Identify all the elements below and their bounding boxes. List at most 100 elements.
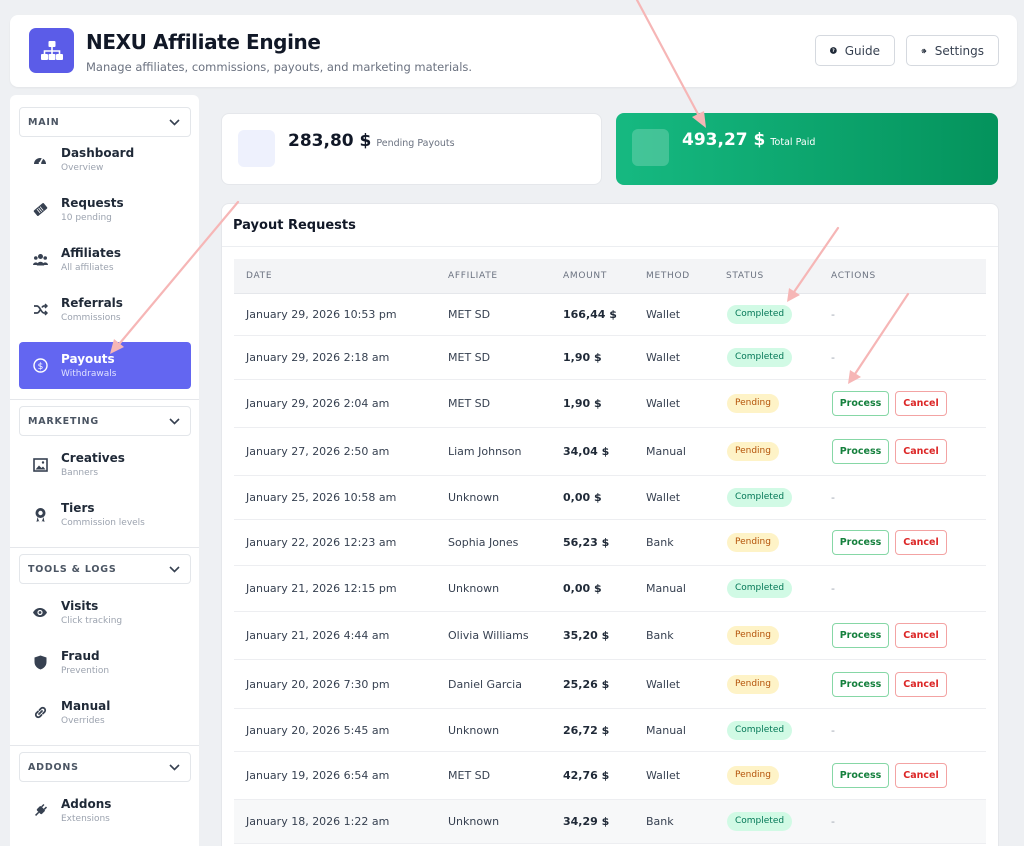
method-cell: Manual <box>646 723 686 737</box>
amount-cell: 56,23 $ <box>563 536 610 549</box>
amount-cell: 25,26 $ <box>563 677 610 691</box>
cancel-button[interactable]: Cancel <box>895 439 947 464</box>
status-badge: Completed <box>727 488 793 507</box>
process-button[interactable]: Process <box>832 671 889 697</box>
gear-icon <box>921 48 927 53</box>
guide-button[interactable]: ? Guide <box>815 35 895 66</box>
table-row: January 19, 2026 6:54 am MET SD 42,76 $ Wal… <box>234 752 986 800</box>
sidebar-item-sublabel: Withdrawals <box>61 369 117 379</box>
date-cell: January 21, 2026 4:44 am <box>246 629 390 642</box>
column-header-method: METHOD <box>646 271 690 281</box>
cancel-button[interactable]: Cancel <box>895 623 947 648</box>
sidebar-item-payouts[interactable]: $ Payouts Withdrawals <box>19 342 191 389</box>
table-row: January 21, 2026 12:15 pm Unknown 0,00 $ Ma… <box>234 566 986 612</box>
date-cell: January 21, 2026 12:15 pm <box>246 582 397 595</box>
eye-icon <box>33 608 47 617</box>
affiliate-cell: Daniel Garcia <box>448 677 522 691</box>
pending-payouts-card: 283,80 $ Pending Payouts <box>221 113 602 185</box>
total-paid-card: 493,27 $ Total Paid <box>616 113 998 185</box>
sidebar-item-label: Dashboard <box>61 146 135 160</box>
method-cell: Bank <box>646 629 674 642</box>
cancel-button[interactable]: Cancel <box>895 391 947 416</box>
question-circle-icon: ? <box>830 47 837 54</box>
sidebar-item-label: Addons <box>61 797 112 811</box>
section-title: MAIN <box>28 116 60 128</box>
affiliate-cell: Unknown <box>448 491 500 504</box>
no-action-placeholder: - <box>831 351 835 364</box>
sidebar-item-creatives[interactable]: Creatives Banners <box>19 441 191 488</box>
method-cell: Wallet <box>646 769 681 782</box>
total-paid-label: Total Paid <box>770 137 816 148</box>
cancel-button[interactable]: Cancel <box>895 530 947 555</box>
sidebar-item-sublabel: Overview <box>61 163 104 173</box>
method-cell: Wallet <box>646 491 681 504</box>
date-cell: January 29, 2026 2:18 am <box>246 351 390 364</box>
date-cell: January 18, 2026 1:22 am <box>246 815 390 828</box>
sidebar-item-affiliates[interactable]: Affiliates All affiliates <box>19 236 191 283</box>
section-toggle-tools-logs[interactable]: TOOLS & LOGS <box>19 554 191 584</box>
sidebar-item-dashboard[interactable]: Dashboard Overview <box>19 136 191 183</box>
process-button[interactable]: Process <box>832 763 889 788</box>
date-cell: January 20, 2026 7:30 pm <box>246 677 390 691</box>
section-toggle-marketing[interactable]: MARKETING <box>19 406 191 436</box>
settings-button-label: Settings <box>934 43 984 58</box>
affiliate-cell: MET SD <box>448 308 491 321</box>
process-button[interactable]: Process <box>832 439 889 464</box>
section-title: MARKETING <box>28 415 99 427</box>
pending-payouts-icon <box>238 130 275 167</box>
amount-cell: 1,90 $ <box>563 397 602 410</box>
date-cell: January 29, 2026 2:04 am <box>246 397 390 410</box>
section-toggle-addons[interactable]: ADDONS <box>19 752 191 782</box>
total-paid-value: 493,27 $ <box>682 130 766 150</box>
sidebar-item-manual[interactable]: Manual Overrides <box>19 689 191 736</box>
process-button[interactable]: Process <box>832 391 889 416</box>
process-button[interactable]: Process <box>832 623 889 648</box>
date-cell: January 29, 2026 10:53 pm <box>246 308 397 321</box>
sidebar-item-requests[interactable]: Requests 10 pending <box>19 186 191 233</box>
sidebar-item-referrals[interactable]: Referrals Commissions <box>19 286 191 333</box>
method-cell: Manual <box>646 582 686 595</box>
status-badge: Pending <box>727 766 779 785</box>
amount-cell: 26,72 $ <box>563 723 610 737</box>
sidebar-item-sublabel: Commissions <box>61 313 121 323</box>
settings-button[interactable]: Settings <box>906 35 999 66</box>
sidebar-item-sublabel: Click tracking <box>61 616 123 626</box>
sidebar-item-label: Creatives <box>61 451 125 465</box>
gauge-icon <box>34 157 46 164</box>
date-cell: January 25, 2026 10:58 am <box>246 491 397 504</box>
sidebar-item-label: Affiliates <box>61 246 122 260</box>
section-divider <box>10 399 199 400</box>
pending-payouts-label: Pending Payouts <box>376 138 455 149</box>
chevron-down-icon <box>169 763 180 771</box>
sidebar-item-label: Payouts <box>61 352 115 366</box>
cancel-button[interactable]: Cancel <box>895 671 947 697</box>
table-header: DATE AFFILIATE AMOUNT METHOD STATUS ACTI… <box>234 259 986 294</box>
svg-text:?: ? <box>832 48 835 54</box>
sitemap-logo-icon <box>29 28 74 73</box>
svg-text:$: $ <box>37 362 43 372</box>
method-cell: Wallet <box>646 308 681 321</box>
sidebar-item-visits[interactable]: Visits Click tracking <box>19 589 191 636</box>
sidebar-item-sublabel: Overrides <box>61 716 105 726</box>
chevron-down-icon <box>169 118 180 126</box>
link-icon <box>34 706 46 719</box>
amount-cell: 0,00 $ <box>563 582 602 595</box>
method-cell: Manual <box>646 445 686 458</box>
cancel-button[interactable]: Cancel <box>895 763 947 788</box>
method-cell: Bank <box>646 815 674 828</box>
sidebar-item-label: Fraud <box>61 649 100 663</box>
process-button[interactable]: Process <box>832 530 889 555</box>
sidebar-item-label: Manual <box>61 699 111 713</box>
column-header-status: STATUS <box>726 271 764 281</box>
status-badge: Completed <box>727 720 793 740</box>
sidebar-item-addons[interactable]: Addons Extensions <box>19 787 191 834</box>
sidebar: MAIN Dashboard Overview Requests 10 pendin… <box>10 95 199 846</box>
sidebar-item-sublabel: 10 pending <box>61 213 112 223</box>
section-toggle-main[interactable]: MAIN <box>19 107 191 137</box>
amount-cell: 42,76 $ <box>563 769 610 782</box>
sidebar-item-fraud[interactable]: Fraud Prevention <box>19 639 191 686</box>
sidebar-item-label: Tiers <box>61 501 95 515</box>
date-cell: January 20, 2026 5:45 am <box>246 723 390 737</box>
sidebar-item-tiers[interactable]: Tiers Commission levels <box>19 491 191 538</box>
affiliate-cell: Unknown <box>448 582 500 595</box>
